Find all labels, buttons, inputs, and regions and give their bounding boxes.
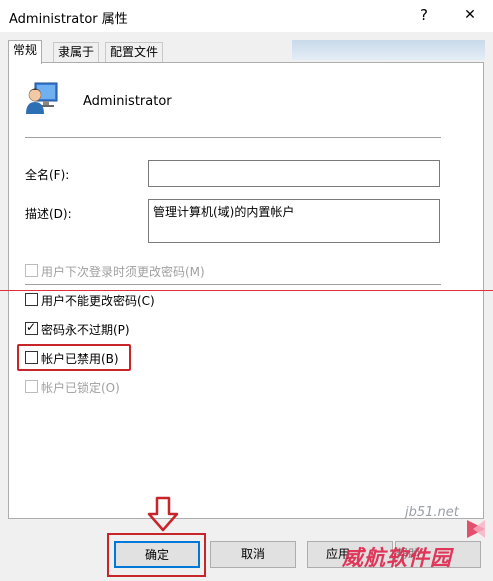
window-title: Administrator 属性 [9,12,128,27]
annotation-arrow-icon [147,496,179,532]
watermark-site: jb51.net [405,505,459,520]
tab-member-of[interactable]: 隶属于 [53,42,100,63]
watermark-logo-icon [467,520,485,538]
title-bar: Administrator 属性 ? ✕ [0,0,493,32]
close-button[interactable]: ✕ [447,0,493,32]
separator [25,137,441,138]
watermark-brand: 威航软件园 [342,546,452,570]
tab-general[interactable]: 常规 [8,40,43,64]
checkbox-box [25,293,38,306]
tab-profile[interactable]: 配置文件 [105,42,164,63]
user-icon [26,82,58,114]
checkbox-label: 用户下次登录时须更改密码(M) [41,265,205,279]
description-field[interactable]: 管理计算机(域)的内置帐户 [148,199,440,243]
checkbox-box [25,264,38,277]
checkbox-box [25,320,38,335]
help-title-button[interactable]: ? [401,0,447,32]
tab-strip-background [292,40,485,60]
checkbox-box [25,380,38,393]
separator [25,284,441,285]
ok-button[interactable]: 确定 [114,541,200,568]
checkbox-label: 密码永不过期(P) [41,323,130,337]
checkbox-label: 用户不能更改密码(C) [41,294,155,308]
annotation-line [0,290,493,291]
user-name: Administrator [83,94,172,109]
full-name-field[interactable] [148,160,440,187]
annotation-highlight-box [17,344,131,371]
cancel-button[interactable]: 取消 [210,541,296,568]
full-name-label: 全名(F): [25,168,70,182]
checkbox-label: 帐户已锁定(O) [41,381,120,395]
description-label: 描述(D): [25,207,72,221]
